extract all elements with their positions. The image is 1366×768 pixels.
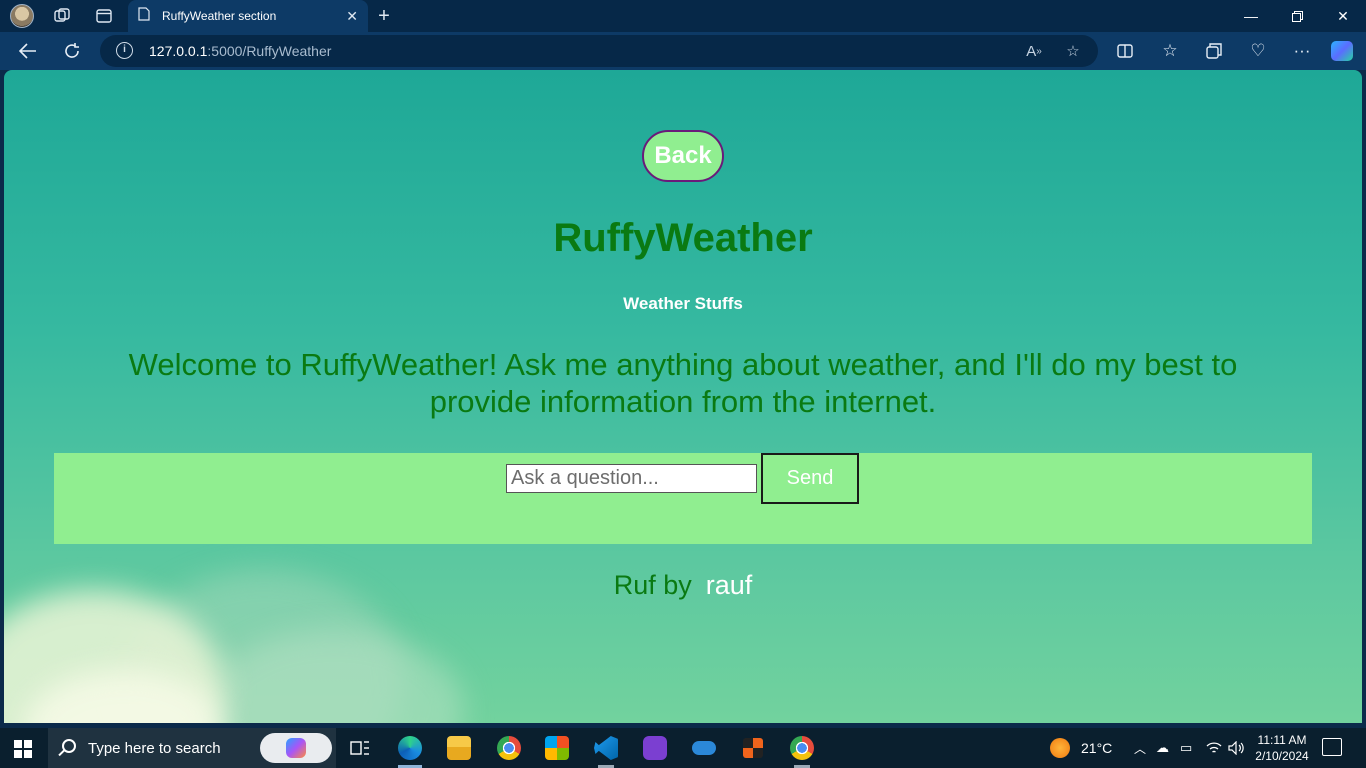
wifi-icon[interactable] bbox=[1206, 728, 1222, 768]
url-text: 127.0.0.1:5000/RuffyWeather bbox=[149, 43, 331, 59]
chat-panel: Send bbox=[54, 453, 1312, 544]
page-viewport: Back RuffyWeather Weather Stuffs Welcome… bbox=[4, 70, 1362, 723]
file-explorer-icon[interactable] bbox=[435, 728, 483, 768]
url-host: 127.0.0.1 bbox=[149, 43, 208, 59]
back-arrow-icon[interactable] bbox=[16, 39, 40, 63]
more-icon[interactable]: ··· bbox=[1290, 39, 1314, 63]
footer-author: rauf bbox=[705, 570, 753, 600]
footer-prefix: Ruf by bbox=[613, 570, 692, 600]
taskbar: Type here to search 21°C ︿ ☁ ▭ 11:11 AM … bbox=[0, 728, 1366, 768]
tab-title: RuffyWeather section bbox=[162, 9, 277, 23]
info-icon[interactable]: i bbox=[116, 42, 133, 59]
vscode-icon[interactable] bbox=[582, 728, 630, 768]
github-desktop-icon[interactable] bbox=[631, 728, 679, 768]
copilot-icon[interactable] bbox=[1330, 39, 1354, 63]
search-icon bbox=[62, 739, 76, 753]
minimize-icon[interactable]: — bbox=[1228, 0, 1274, 32]
workspaces-icon[interactable] bbox=[50, 4, 74, 28]
chrome-icon[interactable] bbox=[778, 728, 826, 768]
copilot-search-button[interactable] bbox=[260, 733, 332, 763]
volume-icon[interactable] bbox=[1228, 728, 1244, 768]
edge-icon[interactable] bbox=[386, 728, 434, 768]
browser-navbar: i 127.0.0.1:5000/RuffyWeather A» ☆ ☆ ♡ ·… bbox=[0, 32, 1366, 70]
onedrive-icon[interactable] bbox=[680, 728, 728, 768]
weather-temp: 21°C bbox=[1081, 740, 1113, 756]
battery-icon[interactable]: ▭ bbox=[1180, 728, 1192, 768]
browser-titlebar: RuffyWeather section ✕ + — ✕ bbox=[0, 0, 1366, 32]
back-button[interactable]: Back bbox=[642, 130, 724, 182]
question-input[interactable] bbox=[506, 464, 757, 493]
collections-icon[interactable] bbox=[1202, 39, 1226, 63]
page-icon bbox=[138, 6, 150, 26]
footer: Ruf by rauf bbox=[4, 570, 1362, 601]
sun-icon bbox=[1050, 738, 1070, 758]
star-icon[interactable]: ☆ bbox=[1061, 39, 1085, 63]
taskbar-search[interactable]: Type here to search bbox=[48, 728, 336, 768]
tab-actions-icon[interactable] bbox=[92, 4, 116, 28]
favorites-icon[interactable]: ☆ bbox=[1158, 39, 1182, 63]
weather-widget[interactable]: 21°C bbox=[1050, 728, 1112, 768]
clock-date: 2/10/2024 bbox=[1255, 749, 1309, 763]
restore-icon[interactable] bbox=[1274, 0, 1320, 32]
url-path: :5000/RuffyWeather bbox=[207, 43, 332, 59]
taskbar-clock[interactable]: 11:11 AM 2/10/2024 bbox=[1254, 732, 1310, 764]
refresh-icon[interactable] bbox=[60, 39, 84, 63]
task-view-icon[interactable] bbox=[336, 728, 384, 768]
store-icon[interactable] bbox=[533, 728, 581, 768]
welcome-message: Welcome to RuffyWeather! Ask me anything… bbox=[128, 347, 1238, 419]
read-aloud-icon[interactable]: A» bbox=[1022, 39, 1046, 63]
app-icon[interactable] bbox=[729, 728, 777, 768]
search-placeholder: Type here to search bbox=[88, 740, 221, 757]
close-icon[interactable]: ✕ bbox=[346, 8, 358, 25]
chrome-icon[interactable] bbox=[485, 728, 533, 768]
window-close-icon[interactable]: ✕ bbox=[1320, 0, 1366, 32]
page-title: RuffyWeather bbox=[553, 216, 813, 260]
windows-start-icon[interactable] bbox=[14, 740, 32, 758]
send-button[interactable]: Send bbox=[761, 453, 859, 504]
chevron-up-icon[interactable]: ︿ bbox=[1134, 728, 1146, 768]
onedrive-tray-icon[interactable]: ☁ bbox=[1156, 728, 1169, 768]
plus-icon[interactable]: + bbox=[372, 4, 396, 28]
tab-ruffyweather[interactable]: RuffyWeather section ✕ bbox=[128, 0, 368, 32]
notification-icon[interactable] bbox=[1322, 738, 1342, 756]
page-subtitle: Weather Stuffs bbox=[623, 294, 743, 313]
clock-time: 11:11 AM bbox=[1257, 733, 1307, 747]
address-bar[interactable]: i 127.0.0.1:5000/RuffyWeather A» ☆ bbox=[100, 35, 1098, 67]
profile-avatar-icon[interactable] bbox=[10, 4, 34, 28]
split-screen-icon[interactable] bbox=[1113, 39, 1137, 63]
copilot-icon bbox=[286, 738, 306, 758]
browser-essentials-icon[interactable]: ♡ bbox=[1246, 39, 1270, 63]
